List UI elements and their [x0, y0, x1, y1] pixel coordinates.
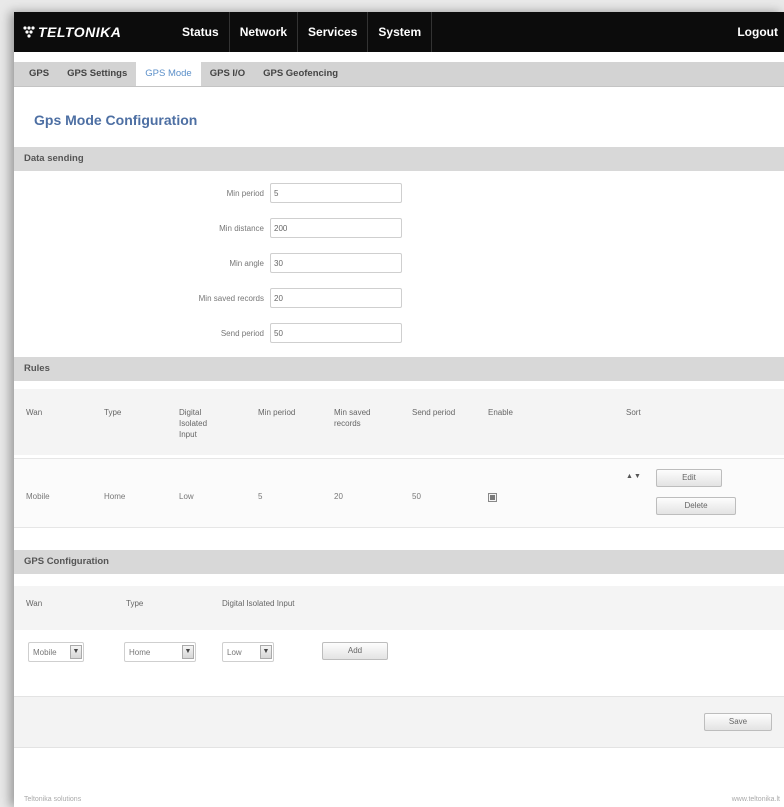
rules-col-wan: Wan — [26, 408, 43, 417]
chevron-down-icon: ▼ — [70, 645, 82, 659]
menu-item-status[interactable]: Status — [172, 12, 230, 52]
sub-tab-bar: GPS GPS Settings GPS Mode GPS I/O GPS Ge… — [14, 62, 784, 87]
form-row-send-period: Send period — [14, 323, 784, 347]
rules-col-min-saved-records: Min saved records — [334, 408, 371, 428]
min-period-label: Min period — [226, 189, 264, 198]
send-period-input[interactable] — [270, 323, 402, 343]
table-row: Mobile Home Low 5 20 50 ▲ ▼ Edit Delete — [14, 458, 784, 528]
rule-min-saved-records: 20 — [334, 492, 343, 501]
rules-table-header: Wan Type Digital Isolated Input Min peri… — [14, 389, 784, 455]
tab-gps[interactable]: GPS — [20, 62, 58, 86]
menu-item-services[interactable]: Services — [298, 12, 369, 52]
min-distance-input[interactable] — [270, 218, 402, 238]
chevron-down-icon: ▼ — [260, 645, 272, 659]
page: TELTONIKA Status Network Services System… — [14, 12, 784, 807]
rule-digital-input: Low — [179, 492, 194, 501]
footer-right-link[interactable]: www.teltonika.lt — [732, 796, 780, 803]
edit-button[interactable]: Edit — [656, 469, 722, 487]
type-select[interactable]: Home ▼ — [124, 642, 196, 662]
digital-input-select-value: Low — [227, 648, 242, 657]
rules-col-type: Type — [104, 408, 122, 417]
brand-logo[interactable]: TELTONIKA — [22, 24, 121, 40]
rule-min-period: 5 — [258, 492, 263, 501]
delete-button[interactable]: Delete — [656, 497, 736, 515]
footer-left-text: Teltonika solutions — [24, 796, 82, 803]
chevron-down-icon: ▼ — [182, 645, 194, 659]
rules-col-sort: Sort — [626, 408, 641, 417]
rules-col-send-period: Send period — [412, 408, 456, 417]
type-select-value: Home — [129, 648, 151, 657]
min-period-input[interactable] — [270, 183, 402, 203]
main-menu: Status Network Services System — [172, 12, 433, 52]
form-row-min-period: Min period — [14, 183, 784, 207]
form-row-min-saved-records: Min saved records — [14, 288, 784, 312]
digital-input-select[interactable]: Low ▼ — [222, 642, 274, 662]
rule-wan: Mobile — [26, 492, 50, 501]
min-distance-label: Min distance — [219, 224, 264, 233]
min-saved-records-input[interactable] — [270, 288, 402, 308]
min-angle-input[interactable] — [270, 253, 402, 273]
send-period-label: Send period — [220, 329, 264, 338]
form-row-min-distance: Min distance — [14, 218, 784, 242]
gps-config-table-header: Wan Type Digital Isolated Input — [14, 586, 784, 630]
rules-col-digital-input: Digital Isolated Input — [179, 408, 208, 439]
gps-config-col-wan: Wan — [26, 599, 43, 608]
add-button[interactable]: Add — [322, 642, 388, 660]
rules-col-enable: Enable — [488, 408, 513, 417]
data-sending-heading: Data sending — [14, 147, 784, 171]
top-navigation-bar: TELTONIKA Status Network Services System… — [14, 12, 784, 52]
gps-config-col-type: Type — [126, 599, 144, 608]
rule-type: Home — [104, 492, 126, 501]
min-angle-label: Min angle — [229, 259, 264, 268]
wan-select-value: Mobile — [33, 648, 57, 657]
rule-enable-checkbox[interactable] — [488, 493, 497, 502]
gps-config-col-digital-input: Digital Isolated Input — [222, 599, 295, 608]
sort-down-icon[interactable]: ▼ — [634, 473, 641, 480]
menu-item-system[interactable]: System — [368, 12, 433, 52]
tab-gps-geofencing[interactable]: GPS Geofencing — [254, 62, 347, 86]
form-row-min-angle: Min angle — [14, 253, 784, 277]
tab-gps-mode[interactable]: GPS Mode — [136, 62, 201, 86]
logout-link[interactable]: Logout — [737, 12, 778, 52]
teltonika-logo-icon — [23, 26, 35, 38]
rules-heading: Rules — [14, 357, 784, 381]
gps-configuration-heading: GPS Configuration — [14, 550, 784, 574]
menu-item-network[interactable]: Network — [230, 12, 299, 52]
wan-select[interactable]: Mobile ▼ — [28, 642, 84, 662]
save-bar: Save — [14, 696, 784, 748]
tab-gps-io[interactable]: GPS I/O — [201, 62, 254, 86]
save-button[interactable]: Save — [704, 713, 772, 731]
sort-up-icon[interactable]: ▲ — [626, 473, 633, 480]
min-saved-records-label: Min saved records — [198, 294, 264, 303]
page-title: Gps Mode Configuration — [34, 112, 198, 128]
rule-send-period: 50 — [412, 492, 421, 501]
tab-gps-settings[interactable]: GPS Settings — [58, 62, 136, 86]
brand-name: TELTONIKA — [38, 24, 122, 40]
rules-col-min-period: Min period — [258, 408, 296, 417]
